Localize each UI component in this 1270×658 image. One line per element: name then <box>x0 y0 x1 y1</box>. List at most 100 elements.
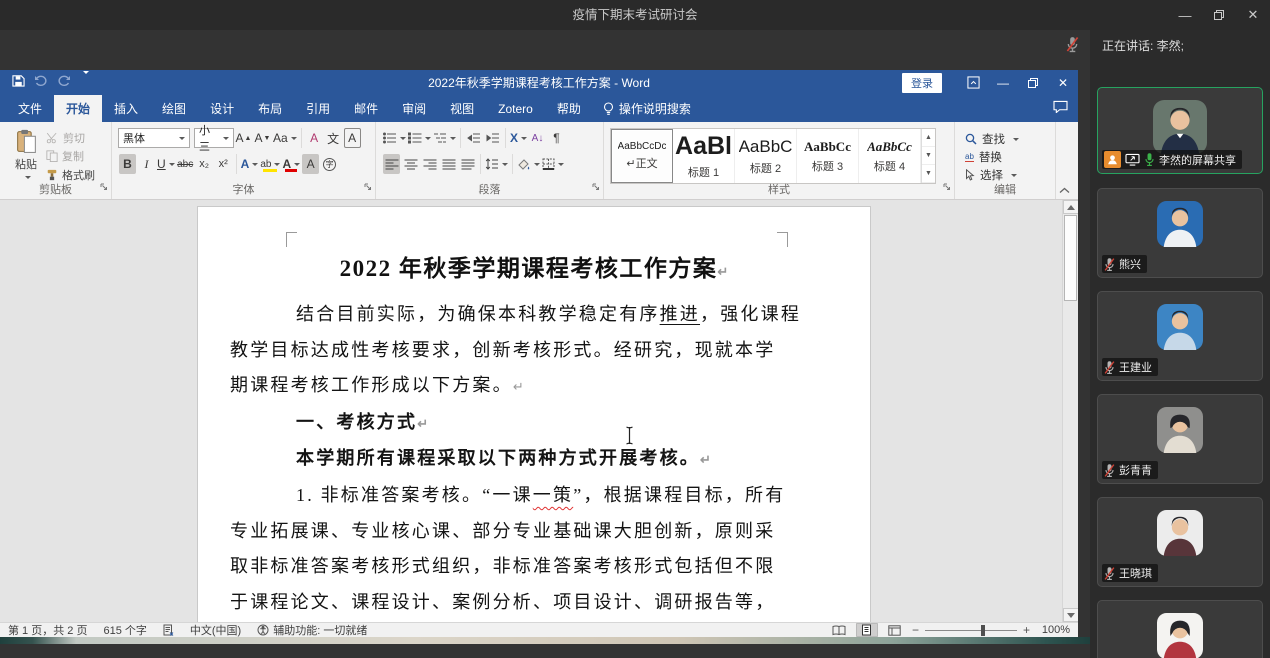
shading-button[interactable] <box>517 154 540 174</box>
tab-file[interactable]: 文件 <box>6 95 54 122</box>
character-shading-button[interactable]: A <box>302 154 319 174</box>
participant-tile-presenter[interactable]: 李然的屏幕共享 <box>1097 87 1263 174</box>
paste-button[interactable]: 粘贴 <box>6 126 46 183</box>
zoom-out-icon[interactable]: − <box>912 623 919 637</box>
document-page[interactable]: 2022 年秋季学期课程考核工作方案↵ 结合目前实际，为确保本科教学稳定有序推进… <box>198 207 870 622</box>
participant-tile[interactable]: 贺嘉 <box>1097 600 1263 658</box>
paragraph-dialog-launcher[interactable] <box>592 178 600 196</box>
tab-mailings[interactable]: 邮件 <box>342 95 390 122</box>
language-indicator[interactable]: 中文(中国) <box>190 622 241 638</box>
tab-review[interactable]: 审阅 <box>390 95 438 122</box>
tell-me-search[interactable]: 操作说明搜索 <box>593 95 701 122</box>
tab-references[interactable]: 引用 <box>294 95 342 122</box>
superscript-button[interactable]: x² <box>215 154 232 174</box>
change-case-button[interactable]: Aa <box>273 128 297 148</box>
underline-button[interactable]: U <box>157 154 175 174</box>
sign-in-button[interactable]: 登录 <box>902 73 942 93</box>
show-hide-pilcrow-button[interactable]: ¶ <box>548 128 565 148</box>
shrink-font-button[interactable]: A▼ <box>254 128 271 148</box>
clear-formatting-button[interactable]: A <box>306 128 323 148</box>
style-heading2[interactable]: AaBbC 标题 2 <box>735 129 797 183</box>
distribute-button[interactable] <box>459 154 476 174</box>
vertical-scrollbar[interactable] <box>1062 200 1078 622</box>
tab-view[interactable]: 视图 <box>438 95 486 122</box>
scroll-up-icon[interactable] <box>1063 200 1078 214</box>
align-center-button[interactable] <box>402 154 419 174</box>
save-icon[interactable] <box>12 74 25 92</box>
character-border-button[interactable]: A <box>344 128 361 148</box>
style-heading4[interactable]: AaBbCc 标题 4 <box>859 129 921 183</box>
phonetic-guide-button[interactable]: 文 <box>325 128 342 148</box>
styles-scroll-up-icon[interactable]: ▲ <box>922 129 935 147</box>
font-color-button[interactable]: A <box>282 154 300 174</box>
multilevel-list-button[interactable] <box>433 128 456 148</box>
increase-indent-button[interactable] <box>484 128 501 148</box>
print-layout-icon[interactable] <box>856 623 878 637</box>
font-dialog-launcher[interactable] <box>364 178 372 196</box>
word-minimize-icon[interactable]: — <box>988 70 1018 95</box>
participant-tile[interactable]: 彭青青 <box>1097 394 1263 484</box>
italic-button[interactable]: I <box>138 154 155 174</box>
word-count[interactable]: 615 个字 <box>103 622 146 638</box>
zoom-slider-thumb[interactable] <box>981 625 985 636</box>
styles-scroll-down-icon[interactable]: ▼ <box>922 147 935 165</box>
ribbon-display-options-icon[interactable] <box>958 70 988 95</box>
copy-button[interactable]: 复制 <box>46 148 95 164</box>
clipboard-dialog-launcher[interactable] <box>100 178 108 196</box>
cut-button[interactable]: 剪切 <box>46 130 95 146</box>
word-restore-icon[interactable] <box>1018 70 1048 95</box>
word-close-icon[interactable]: ✕ <box>1048 70 1078 95</box>
bullets-button[interactable] <box>383 128 406 148</box>
zoom-in-icon[interactable]: + <box>1023 623 1030 637</box>
accessibility-status[interactable]: 辅助功能: 一切就绪 <box>257 622 367 638</box>
scrollbar-thumb[interactable] <box>1064 215 1077 301</box>
tab-insert[interactable]: 插入 <box>102 95 150 122</box>
borders-button[interactable] <box>542 154 564 174</box>
style-normal[interactable]: AaBbCcDc ↵正文 <box>611 129 673 183</box>
tab-home[interactable]: 开始 <box>54 95 102 122</box>
bold-button[interactable]: B <box>119 154 136 174</box>
find-button[interactable]: 查找 <box>965 130 1051 148</box>
strikethrough-button[interactable]: abc <box>177 154 194 174</box>
font-size-combo[interactable]: 小三 <box>194 128 234 148</box>
meeting-close-icon[interactable]: ✕ <box>1236 0 1270 30</box>
replace-button[interactable]: ab 替换 <box>965 148 1051 166</box>
text-effects-button[interactable]: A <box>241 154 259 174</box>
asian-layout-button[interactable]: X <box>510 128 527 148</box>
subscript-button[interactable]: x₂ <box>196 154 213 174</box>
zoom-slider[interactable] <box>925 630 1017 631</box>
redo-icon[interactable] <box>57 74 71 92</box>
collapse-ribbon-icon[interactable] <box>1059 186 1070 197</box>
highlight-button[interactable]: ab <box>260 154 280 174</box>
undo-icon[interactable] <box>34 74 48 92</box>
qat-customize-icon[interactable] <box>80 74 89 92</box>
proofing-icon[interactable] <box>163 624 174 636</box>
participant-tile[interactable]: 熊兴 <box>1097 188 1263 278</box>
style-heading1[interactable]: AaBl 标题 1 <box>673 129 735 183</box>
zoom-level[interactable]: 100% <box>1036 624 1070 636</box>
tab-zotero[interactable]: Zotero <box>486 95 545 122</box>
style-heading3[interactable]: AaBbCc 标题 3 <box>797 129 859 183</box>
read-mode-icon[interactable] <box>828 623 850 637</box>
decrease-indent-button[interactable] <box>465 128 482 148</box>
meeting-minimize-icon[interactable]: — <box>1168 0 1202 30</box>
scroll-down-icon[interactable] <box>1063 608 1078 622</box>
tab-layout[interactable]: 布局 <box>246 95 294 122</box>
align-right-button[interactable] <box>421 154 438 174</box>
participant-tile[interactable]: 王建业 <box>1097 291 1263 381</box>
tab-draw[interactable]: 绘图 <box>150 95 198 122</box>
participant-tile[interactable]: 王晓琪 <box>1097 497 1263 587</box>
meeting-maximize-icon[interactable] <box>1202 0 1236 30</box>
tab-help[interactable]: 帮助 <box>545 95 593 122</box>
comments-icon[interactable] <box>1053 100 1068 118</box>
justify-button[interactable] <box>440 154 457 174</box>
page-indicator[interactable]: 第 1 页，共 2 页 <box>8 622 87 638</box>
line-spacing-button[interactable] <box>485 154 508 174</box>
tab-design[interactable]: 设计 <box>198 95 246 122</box>
enclose-characters-button[interactable]: 字 <box>321 154 338 174</box>
numbering-button[interactable] <box>408 128 431 148</box>
web-layout-icon[interactable] <box>884 623 906 637</box>
styles-dialog-launcher[interactable] <box>943 178 951 196</box>
font-name-combo[interactable]: 黑体 <box>118 128 190 148</box>
align-left-button[interactable] <box>383 154 400 174</box>
